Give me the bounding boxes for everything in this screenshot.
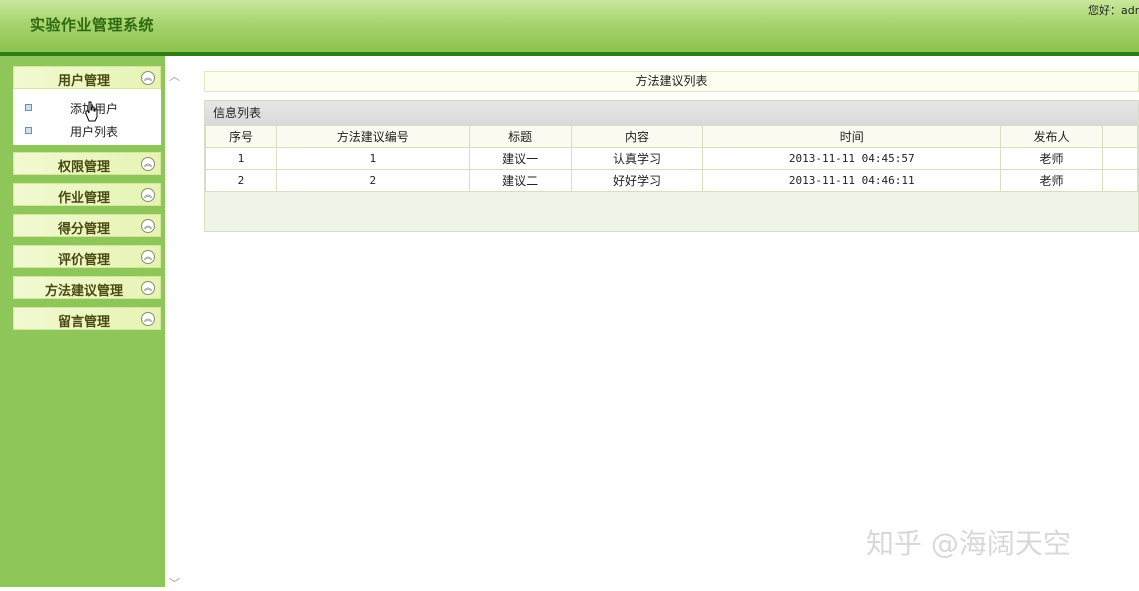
user-greeting: 您好：admin — [1088, 4, 1139, 17]
col-header: 方法建议编号 — [275, 125, 470, 148]
col-header: 时间 — [702, 125, 1002, 148]
submenu-label: 用户列表 — [70, 125, 119, 139]
chevron-up-icon[interactable]: ︽ — [141, 71, 155, 85]
list-header: 信息列表 — [205, 101, 1138, 125]
col-header: 标题 — [468, 125, 572, 148]
col-header: 序号 — [205, 125, 277, 148]
menu-score-management[interactable]: 得分管理 ︽ — [13, 214, 161, 237]
bullet-icon — [25, 127, 32, 134]
menu-label: 方法建议管理 — [44, 284, 123, 299]
submenu-user-list[interactable]: 用户列表 — [13, 120, 161, 142]
table-row: 1 1 建议一 认真学习 2013-11-11 04:45:57 老师 — [205, 147, 1139, 170]
chevron-up-icon[interactable]: ︽ — [141, 157, 155, 171]
menu-label: 留言管理 — [57, 315, 110, 330]
panel-title: 方法建议列表 — [204, 71, 1139, 92]
cell-code: 1 — [275, 147, 470, 170]
menu-label: 作业管理 — [57, 191, 110, 206]
col-header: 内容 — [570, 125, 704, 148]
scroll-up-icon[interactable]: ︿ — [169, 68, 180, 84]
cell-time: 2013-11-11 04:46:11 — [702, 169, 1002, 192]
cell-publisher: 老师 — [1000, 147, 1103, 170]
watermark: 知乎 @海阔天空 — [866, 527, 1071, 560]
menu-permission-management[interactable]: 权限管理 ︽ — [13, 152, 161, 175]
cell-content: 认真学习 — [570, 147, 704, 170]
menu-label: 评价管理 — [57, 253, 110, 268]
cell-title: 建议一 — [468, 147, 572, 170]
header-bar: 实验作业管理系统 您好：admin — [0, 0, 1139, 56]
info-list-block: 信息列表 序号 方法建议编号 标题 内容 时间 发布人 1 1 建议一 认真学习… — [204, 100, 1139, 232]
chevron-up-icon[interactable]: ︽ — [141, 312, 155, 326]
scroll-down-icon[interactable]: ﹀ — [169, 575, 180, 591]
menu-homework-management[interactable]: 作业管理 ︽ — [13, 183, 161, 206]
sidebar-scrollbar[interactable]: ︿ ﹀ — [165, 56, 185, 590]
cell-publisher: 老师 — [1000, 169, 1103, 192]
menu-suggestion-management[interactable]: 方法建议管理 ︽ — [13, 276, 161, 299]
menu-message-management[interactable]: 留言管理 ︽ — [13, 307, 161, 330]
menu-user-management[interactable]: 用户管理 ︽ — [13, 66, 161, 89]
cell-extra — [1101, 147, 1139, 170]
cell-content: 好好学习 — [570, 169, 704, 192]
cell-extra — [1101, 169, 1139, 192]
cell-title: 建议二 — [468, 169, 572, 192]
chevron-up-icon[interactable]: ︽ — [141, 219, 155, 233]
bullet-icon — [25, 104, 32, 111]
cell-index: 2 — [205, 169, 277, 192]
menu-label: 得分管理 — [57, 222, 110, 237]
chevron-up-icon[interactable]: ︽ — [141, 281, 155, 295]
hand-cursor-icon — [85, 101, 98, 122]
col-header — [1101, 125, 1139, 148]
menu-evaluation-management[interactable]: 评价管理 ︽ — [13, 245, 161, 268]
cell-index: 1 — [205, 147, 277, 170]
table-header-row: 序号 方法建议编号 标题 内容 时间 发布人 — [205, 125, 1139, 148]
chevron-up-icon[interactable]: ︽ — [141, 250, 155, 264]
col-header: 发布人 — [1000, 125, 1103, 148]
app-title: 实验作业管理系统 — [30, 16, 155, 34]
menu-label: 用户管理 — [57, 74, 110, 89]
chevron-up-icon[interactable]: ︽ — [141, 188, 155, 202]
suggestion-table: 序号 方法建议编号 标题 内容 时间 发布人 1 1 建议一 认真学习 2013… — [205, 125, 1139, 192]
cell-time: 2013-11-11 04:45:57 — [702, 147, 1002, 170]
menu-label: 权限管理 — [57, 160, 110, 175]
cell-code: 2 — [275, 169, 470, 192]
table-row: 2 2 建议二 好好学习 2013-11-11 04:46:11 老师 — [205, 169, 1139, 192]
